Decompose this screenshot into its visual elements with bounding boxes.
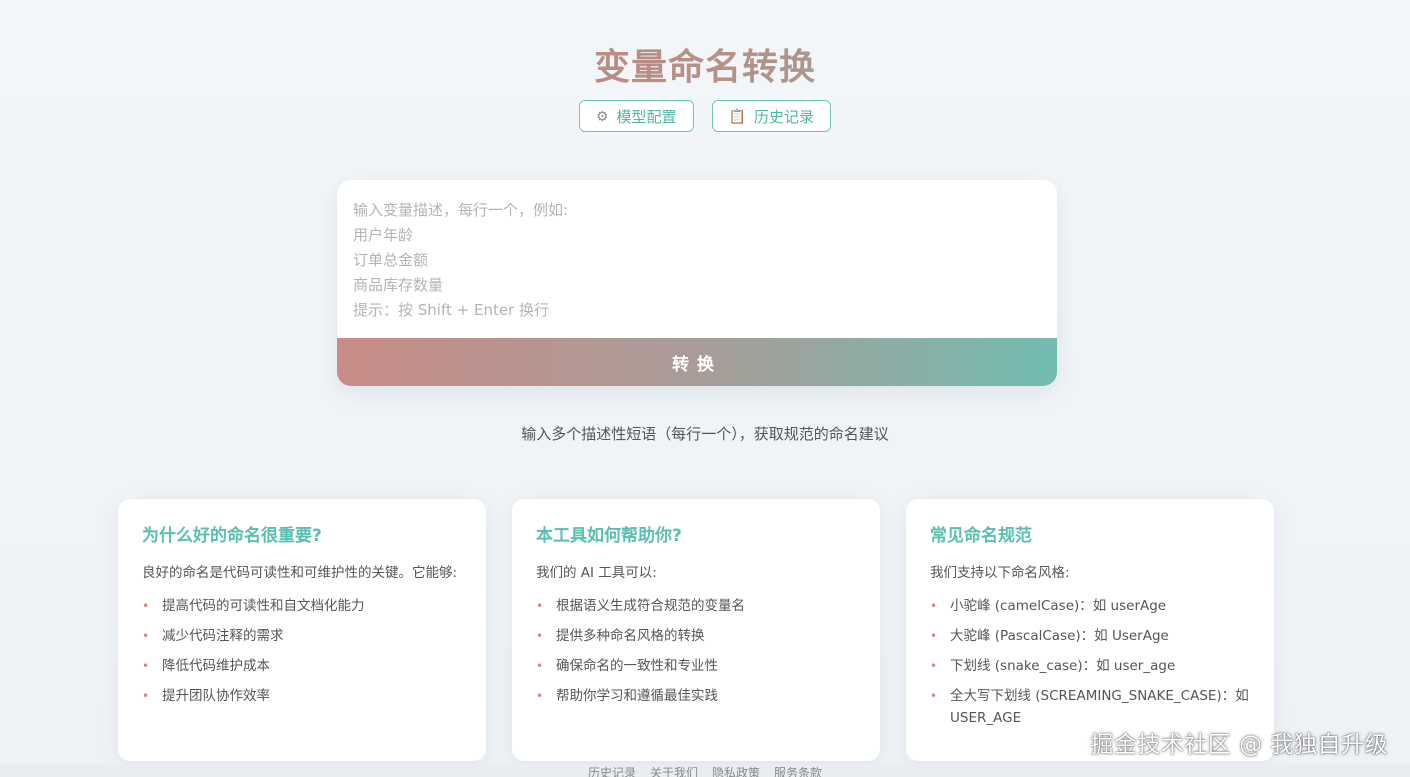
convert-button[interactable]: 转换 (337, 338, 1057, 386)
usage-hint: 输入多个描述性短语（每行一个），获取规范的命名建议 (521, 425, 889, 443)
footer-link-terms[interactable]: 服务条款 (774, 764, 822, 777)
footer-link-about[interactable]: 关于我们 (650, 764, 698, 777)
footer-link-history[interactable]: 历史记录 (588, 764, 636, 777)
list-item: 降低代码维护成本 (142, 655, 462, 677)
model-config-label: 模型配置 (616, 108, 677, 126)
input-card: 转换 (337, 180, 1057, 386)
footer-links: 历史记录 关于我们 隐私政策 服务条款 (0, 764, 1410, 777)
info-card-conventions: 常见命名规范 我们支持以下命名风格: 小驼峰 (camelCase)：如 use… (906, 499, 1274, 761)
footer-link-privacy[interactable]: 隐私政策 (712, 764, 760, 777)
gear-icon: ⚙ (595, 107, 609, 124)
list-item: 大驼峰 (PascalCase)：如 UserAge (930, 625, 1250, 647)
description-input[interactable] (337, 180, 1057, 338)
clipboard-icon: 📋 (728, 107, 746, 124)
card-list: 小驼峰 (camelCase)：如 userAge 大驼峰 (PascalCas… (930, 595, 1250, 729)
list-item: 提供多种命名风格的转换 (536, 625, 856, 647)
info-cards: 为什么好的命名很重要? 良好的命名是代码可读性和可维护性的关键。它能够: 提高代… (118, 499, 1274, 761)
list-item: 减少代码注释的需求 (142, 625, 462, 647)
watermark: 掘金技术社区 @ 我独自升级 (1090, 732, 1388, 758)
card-intro: 良好的命名是代码可读性和可维护性的关键。它能够: (142, 565, 458, 581)
page-title: 变量命名转换 (0, 38, 1410, 90)
list-item: 全大写下划线 (SCREAMING_SNAKE_CASE)：如 USER_AGE (930, 685, 1250, 729)
info-card-why-naming: 为什么好的命名很重要? 良好的命名是代码可读性和可维护性的关键。它能够: 提高代… (118, 499, 486, 761)
list-item: 提升团队协作效率 (142, 685, 462, 707)
list-item: 帮助你学习和遵循最佳实践 (536, 685, 856, 707)
card-title: 为什么好的命名很重要? (142, 526, 322, 546)
card-intro: 我们的 AI 工具可以: (536, 565, 657, 581)
list-item: 根据语义生成符合规范的变量名 (536, 595, 856, 617)
card-title: 本工具如何帮助你? (536, 526, 682, 546)
list-item: 确保命名的一致性和专业性 (536, 655, 856, 677)
model-config-button[interactable]: ⚙ 模型配置 (578, 100, 694, 132)
header-actions: ⚙ 模型配置 📋 历史记录 (0, 100, 1410, 132)
list-item: 下划线 (snake_case)：如 user_age (930, 655, 1250, 677)
list-item: 提高代码的可读性和自文档化能力 (142, 595, 462, 617)
card-list: 根据语义生成符合规范的变量名 提供多种命名风格的转换 确保命名的一致性和专业性 … (536, 595, 856, 707)
info-card-how-helps: 本工具如何帮助你? 我们的 AI 工具可以: 根据语义生成符合规范的变量名 提供… (512, 499, 880, 761)
list-item: 小驼峰 (camelCase)：如 userAge (930, 595, 1250, 617)
card-intro: 我们支持以下命名风格: (930, 565, 1070, 581)
history-button[interactable]: 📋 历史记录 (711, 100, 832, 132)
history-label: 历史记录 (754, 108, 815, 126)
card-list: 提高代码的可读性和自文档化能力 减少代码注释的需求 降低代码维护成本 提升团队协… (142, 595, 462, 707)
card-title: 常见命名规范 (930, 526, 1032, 546)
